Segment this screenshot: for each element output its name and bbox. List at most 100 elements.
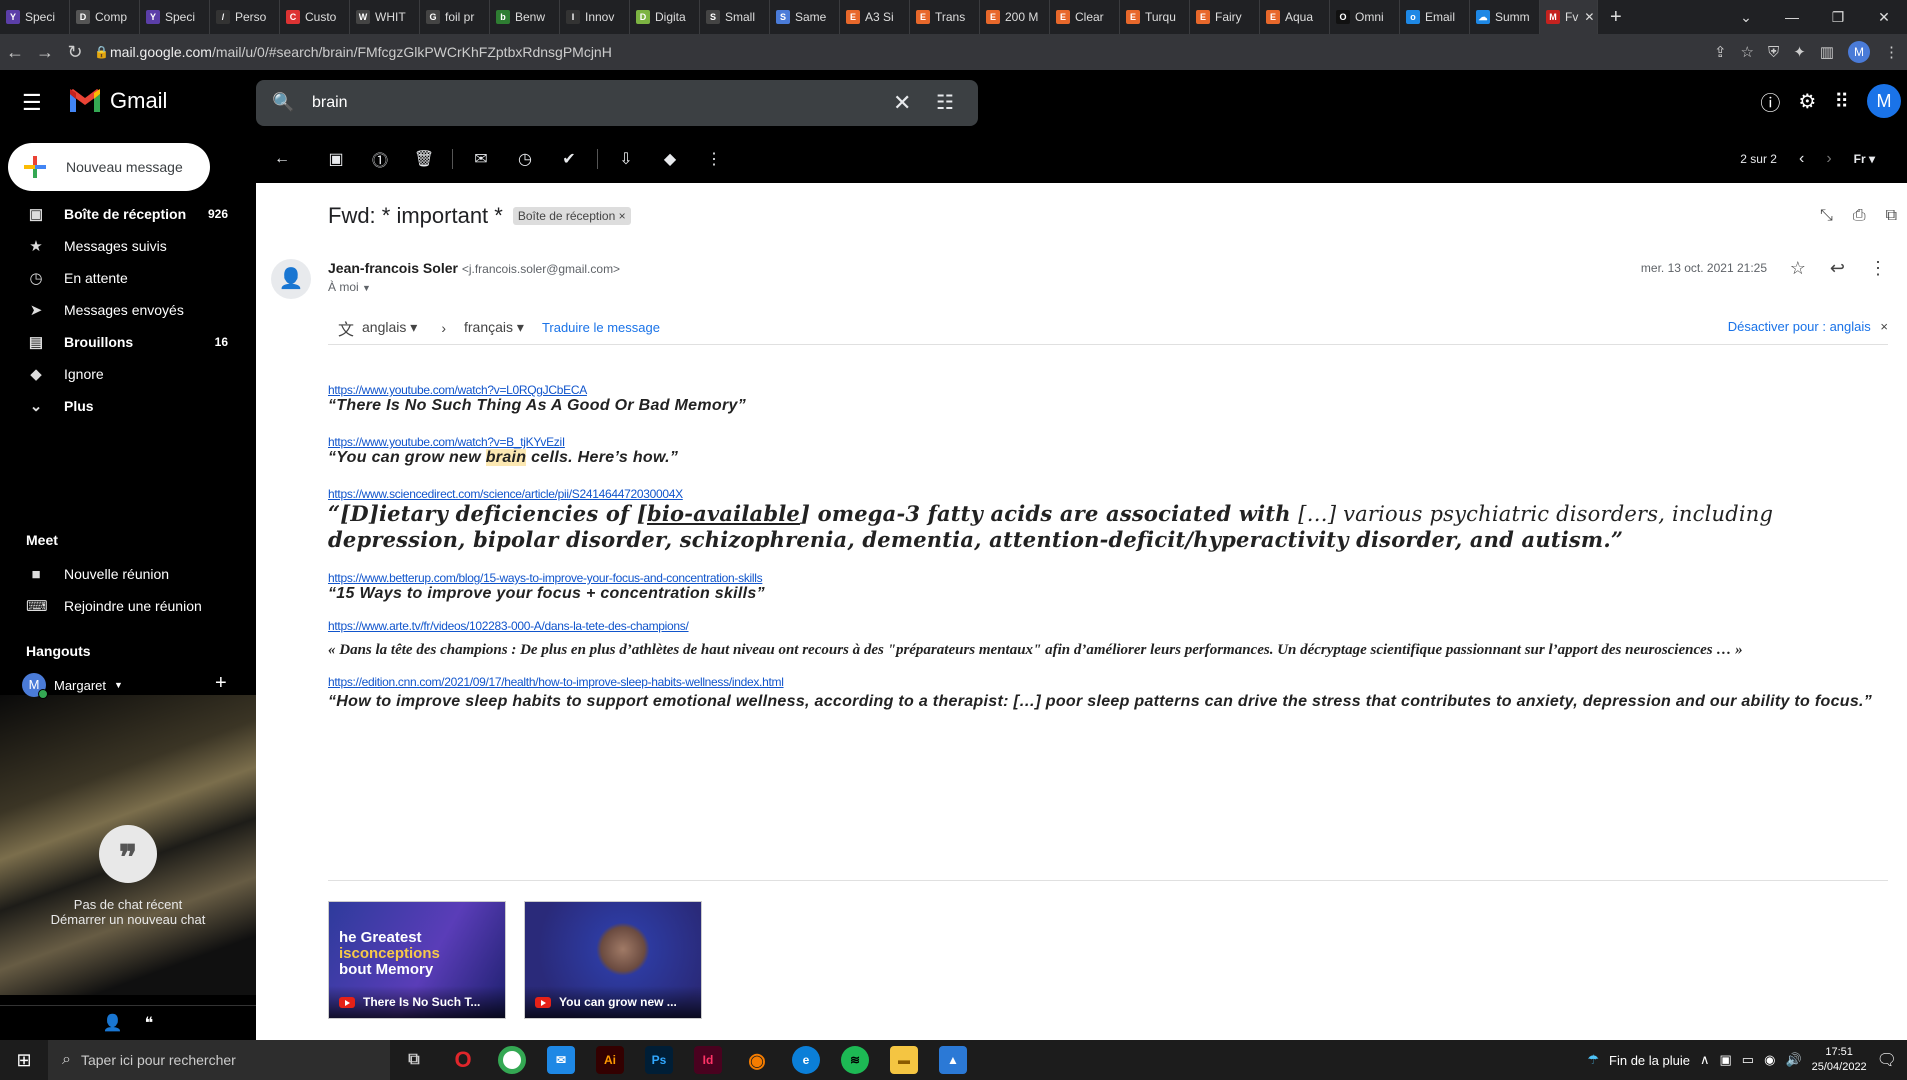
move-to-icon[interactable]: ⇩ (614, 149, 638, 169)
browser-tab[interactable]: E Fairy (1190, 0, 1260, 34)
reload-icon[interactable]: ↻ (60, 42, 90, 63)
video-thumbnail-2[interactable]: You can grow new ... (524, 901, 702, 1019)
main-menu-icon[interactable]: ☰ (22, 90, 42, 116)
photoshop-icon[interactable]: Ps (645, 1046, 673, 1074)
browser-tab[interactable]: E Clear (1050, 0, 1120, 34)
browser-tab[interactable]: Y Speci (0, 0, 70, 34)
sidebar-item[interactable]: ◷ En attente (0, 262, 240, 294)
compose-button[interactable]: Nouveau message (8, 143, 210, 191)
weather-text[interactable]: Fin de la pluie (1609, 1053, 1690, 1068)
extension-shield-icon[interactable]: ⛨ (1768, 44, 1779, 61)
bookmark-star-icon[interactable]: ☆ (1741, 43, 1754, 61)
new-tab-button[interactable]: + (1598, 6, 1634, 29)
blender-icon[interactable]: ◉ (743, 1046, 771, 1074)
share-icon[interactable]: ⇪ (1714, 43, 1727, 61)
search-options-icon[interactable]: ☷ (936, 90, 954, 115)
task-view-icon[interactable]: ⧉ (400, 1046, 428, 1074)
link-betterup[interactable]: https://www.betterup.com/blog/15-ways-to… (328, 571, 1888, 585)
inbox-label-chip[interactable]: Boîte de réception × (512, 207, 631, 225)
sidebar-item[interactable]: ⌄ Plus (0, 390, 240, 422)
photos-icon[interactable]: ▲ (939, 1046, 967, 1074)
clear-search-icon[interactable]: ✕ (893, 90, 911, 116)
notifications-icon[interactable]: 🗨 (1877, 1050, 1897, 1070)
person-icon[interactable]: 👤 (103, 1013, 123, 1033)
source-language-select[interactable]: anglais ▾ (362, 319, 417, 336)
volume-icon[interactable]: 🔊 (1785, 1052, 1801, 1068)
back-icon[interactable]: ← (0, 42, 30, 63)
remove-label-icon[interactable]: × (619, 209, 626, 223)
label-icon[interactable]: ◆ (658, 149, 682, 169)
collapse-all-icon[interactable]: ⤡ (1820, 207, 1833, 225)
browser-tab[interactable]: E Aqua (1260, 0, 1330, 34)
link-youtube-1[interactable]: https://www.youtube.com/watch?v=L0RQgJCb… (328, 383, 1888, 397)
chat-bubble-icon[interactable]: ❝ (145, 1013, 154, 1033)
tab-search-icon[interactable]: ⌄ (1723, 9, 1769, 26)
help-icon[interactable]: ⓘ (1760, 87, 1780, 116)
close-window-button[interactable]: ✕ (1861, 9, 1907, 26)
apps-grid-icon[interactable]: ⠿ (1834, 89, 1849, 114)
close-tab-icon[interactable]: ✕ (1584, 10, 1594, 24)
restore-button[interactable]: ❐ (1815, 9, 1861, 26)
gmail-logo[interactable]: Gmail (68, 88, 167, 114)
mark-unread-icon[interactable]: ✉ (469, 149, 493, 169)
back-to-search-icon[interactable]: ← (270, 150, 294, 168)
link-arte[interactable]: https://www.arte.tv/fr/videos/102283-000… (328, 619, 1888, 633)
spotify-icon[interactable]: ≋ (841, 1046, 869, 1074)
delete-icon[interactable]: 🗑 (412, 149, 436, 169)
browser-tab[interactable]: I Innov (560, 0, 630, 34)
browser-tab[interactable]: C Custo (280, 0, 350, 34)
reply-icon[interactable]: ↩ (1830, 258, 1845, 279)
browser-menu-icon[interactable]: ⋮ (1884, 43, 1899, 61)
add-task-icon[interactable]: ✔ (557, 149, 581, 169)
indesign-icon[interactable]: Id (694, 1046, 722, 1074)
battery-icon[interactable]: ▭ (1742, 1052, 1754, 1068)
sidebar-item[interactable]: ▣ Boîte de réception 926 (0, 198, 240, 230)
file-explorer-icon[interactable]: ▬ (890, 1046, 918, 1074)
input-language-button[interactable]: Fr ▾ (1854, 152, 1875, 166)
hangouts-add-icon[interactable]: + (215, 672, 227, 695)
account-avatar[interactable]: M (1867, 84, 1901, 118)
browser-tab[interactable]: b Benw (490, 0, 560, 34)
meet-new-meeting[interactable]: ■ Nouvelle réunion (0, 558, 240, 590)
chrome-icon[interactable] (498, 1046, 526, 1074)
sidepanel-icon[interactable]: ▥ (1820, 43, 1834, 61)
windows-start-icon[interactable]: ⊞ (0, 1050, 48, 1071)
video-thumbnail-1[interactable]: he Greatest isconceptions bout Memory Th… (328, 901, 506, 1019)
network-icon[interactable]: ◉ (1764, 1052, 1775, 1068)
tray-app-icon[interactable]: ▣ (1720, 1052, 1732, 1068)
hangouts-user[interactable]: M Margaret ▼ (22, 673, 123, 699)
browser-tab[interactable]: M Fv ✕ (1540, 0, 1598, 34)
target-language-select[interactable]: français ▾ (464, 319, 524, 336)
link-youtube-2[interactable]: https://www.youtube.com/watch?v=B_tjKYvE… (328, 435, 1888, 449)
profile-avatar[interactable]: M (1848, 41, 1870, 63)
sidebar-item[interactable]: ◆ Ignore (0, 358, 240, 390)
open-new-window-icon[interactable]: ⧉ (1886, 207, 1897, 225)
edge-icon[interactable]: e (792, 1046, 820, 1074)
translate-message-link[interactable]: Traduire le message (542, 320, 660, 335)
close-translate-icon[interactable]: × (1880, 319, 1888, 334)
browser-tab[interactable]: Y Speci (140, 0, 210, 34)
minimize-button[interactable]: — (1769, 9, 1815, 25)
browser-tab[interactable]: E Trans (910, 0, 980, 34)
sidebar-item[interactable]: ▤ Brouillons 16 (0, 326, 240, 358)
sender-avatar[interactable]: 👤 (271, 259, 311, 299)
sidebar-item[interactable]: ➤ Messages envoyés (0, 294, 240, 326)
lock-icon[interactable]: 🔒 (94, 45, 109, 59)
details-dropdown-icon[interactable]: ▼ (362, 283, 371, 293)
browser-tab[interactable]: D Digita (630, 0, 700, 34)
sidebar-item[interactable]: ★ Messages suivis (0, 230, 240, 262)
forward-icon[interactable]: → (30, 42, 60, 63)
taskbar-search[interactable]: ⌕ Taper ici pour rechercher (48, 1040, 390, 1080)
browser-tab[interactable]: / Perso (210, 0, 280, 34)
disable-translation-link[interactable]: Désactiver pour : anglais × (1728, 319, 1888, 334)
browser-tab[interactable]: ☁ Summ (1470, 0, 1540, 34)
settings-gear-icon[interactable]: ⚙ (1798, 89, 1816, 114)
link-cnn[interactable]: https://edition.cnn.com/2021/09/17/healt… (328, 675, 1888, 689)
illustrator-icon[interactable]: Ai (596, 1046, 624, 1074)
tray-chevron-icon[interactable]: ∧ (1700, 1052, 1710, 1068)
opera-icon[interactable]: O (449, 1046, 477, 1074)
snooze-icon[interactable]: ◷ (513, 149, 537, 169)
more-actions-icon[interactable]: ⋮ (702, 149, 726, 169)
more-options-icon[interactable]: ⋮ (1869, 258, 1887, 279)
browser-tab[interactable]: E Turqu (1120, 0, 1190, 34)
